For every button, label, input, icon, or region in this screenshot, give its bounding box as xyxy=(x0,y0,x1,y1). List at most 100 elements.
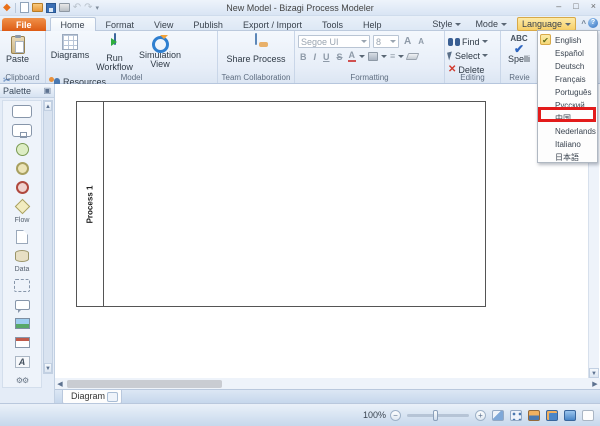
immersive-view-icon[interactable] xyxy=(546,409,558,421)
language-menu-button[interactable]: Language xyxy=(516,17,576,31)
zoom-out-button[interactable]: − xyxy=(390,409,401,421)
maximize-button[interactable]: □ xyxy=(573,1,578,11)
mode-menu[interactable]: Mode xyxy=(471,18,511,30)
italic-button[interactable]: I xyxy=(312,52,319,62)
palette-data-object-shape[interactable] xyxy=(5,228,39,245)
new-file-icon[interactable] xyxy=(19,2,29,13)
zoom-in-button[interactable]: + xyxy=(475,409,486,421)
process-pool[interactable]: Process 1 xyxy=(76,101,486,307)
language-option-francais[interactable]: Français xyxy=(538,73,597,86)
pin-icon[interactable]: ▣ xyxy=(43,86,51,97)
chevron-down-icon[interactable] xyxy=(398,55,405,58)
bold-button[interactable]: B xyxy=(298,52,309,62)
palette-gateway-shape[interactable] xyxy=(5,198,39,215)
group-label: Revie xyxy=(509,73,530,82)
new-diagram-icon[interactable] xyxy=(107,392,118,402)
font-family-select[interactable]: Segoe UI xyxy=(298,35,370,48)
diagram-canvas[interactable]: Process 1 ▼ xyxy=(55,84,600,378)
horizontal-scrollbar[interactable]: ◀ ▶ xyxy=(55,378,600,389)
scroll-left-icon[interactable]: ◀ xyxy=(55,380,65,388)
task-icon xyxy=(12,105,32,118)
palette-annotation-shape[interactable] xyxy=(5,296,39,313)
open-file-icon[interactable] xyxy=(31,3,43,12)
line-style-icon[interactable]: ≡ xyxy=(390,52,395,61)
collapse-ribbon-icon[interactable]: ^ xyxy=(581,19,586,28)
full-screen-icon[interactable] xyxy=(564,409,576,421)
qat-more-icon[interactable]: ▾ xyxy=(95,4,99,12)
palette-start-event-shape[interactable] xyxy=(5,141,39,158)
chevron-down-icon[interactable] xyxy=(381,55,388,58)
share-process-button[interactable]: Share Process xyxy=(222,33,290,73)
font-size-select[interactable]: 8 xyxy=(373,35,399,48)
language-option-nederlands[interactable]: Nederlands xyxy=(538,125,597,138)
palette-data-store-shape[interactable] xyxy=(5,247,39,264)
scroll-right-icon[interactable]: ▶ xyxy=(590,380,600,388)
fill-color-icon[interactable] xyxy=(368,52,379,61)
close-button[interactable]: × xyxy=(591,1,596,11)
run-workflow-button[interactable]: Run Workflow xyxy=(94,33,136,73)
palette-subprocess-shape[interactable] xyxy=(5,122,39,139)
zoom-slider[interactable] xyxy=(407,409,469,421)
language-option-japanese[interactable]: 日本語 xyxy=(538,151,597,164)
group-label: Editing xyxy=(460,73,485,82)
scroll-up-icon[interactable]: ▲ xyxy=(44,101,52,111)
help-icon[interactable]: ? xyxy=(588,18,598,28)
format-eraser-icon[interactable] xyxy=(406,53,420,60)
tab-help[interactable]: Help xyxy=(353,18,392,31)
redo-icon[interactable]: ↷ xyxy=(84,2,92,13)
simulation-view-button[interactable]: Simulation View xyxy=(138,33,182,73)
scroll-down-icon[interactable]: ▼ xyxy=(44,363,52,373)
palette-text-shape[interactable]: A xyxy=(5,353,39,370)
font-color-button[interactable]: A xyxy=(347,51,357,62)
diagrams-icon xyxy=(62,34,78,50)
grow-font-button[interactable]: A xyxy=(402,36,413,47)
palette-image-shape[interactable] xyxy=(5,315,39,332)
diagrams-button[interactable]: Diagrams xyxy=(49,33,91,73)
paste-button[interactable]: Paste xyxy=(3,33,32,73)
language-option-deutsch[interactable]: Deutsch xyxy=(538,60,597,73)
tab-export-import[interactable]: Export / Import xyxy=(233,18,312,31)
palette-scrollbar[interactable]: ▲ ▼ xyxy=(43,100,53,374)
scrollbar-thumb[interactable] xyxy=(67,379,222,388)
tab-format[interactable]: Format xyxy=(96,18,145,31)
zoom-slider-thumb[interactable] xyxy=(433,409,438,421)
pan-mode-icon[interactable] xyxy=(510,409,522,421)
language-option-italiano[interactable]: Italiano xyxy=(538,138,597,151)
shrink-font-button[interactable]: A xyxy=(416,37,426,46)
minimize-button[interactable]: – xyxy=(556,1,561,11)
language-option-portugues[interactable]: Português xyxy=(538,86,597,99)
pool-header[interactable]: Process 1 xyxy=(77,102,104,306)
fit-diagram-icon[interactable] xyxy=(492,409,504,421)
palette-custom-artifact-shape[interactable]: ⚙⚙ xyxy=(5,372,39,387)
palette-section-flow: Flow xyxy=(14,217,30,224)
underline-button[interactable]: U xyxy=(321,52,332,62)
style-menu[interactable]: Style xyxy=(428,18,465,30)
tab-tools[interactable]: Tools xyxy=(312,18,353,31)
tab-file[interactable]: File xyxy=(2,18,46,31)
paste-icon xyxy=(10,35,25,54)
red-annotation-box xyxy=(538,107,596,122)
tab-view[interactable]: View xyxy=(144,18,183,31)
palette-group-shape[interactable] xyxy=(5,277,39,294)
palette-header-shape[interactable] xyxy=(5,334,39,351)
language-option-english[interactable]: ✔ English xyxy=(538,34,597,47)
select-button[interactable]: Select xyxy=(447,49,489,62)
tab-publish[interactable]: Publish xyxy=(183,18,233,31)
palette-end-event-shape[interactable] xyxy=(5,179,39,196)
language-option-espanol[interactable]: Español xyxy=(538,47,597,60)
palette-intermediate-event-shape[interactable] xyxy=(5,160,39,177)
print-icon[interactable] xyxy=(58,3,70,12)
page-view-icon[interactable] xyxy=(582,409,594,421)
palette-task-shape[interactable] xyxy=(5,103,39,120)
palette-panel: Palette ▣ Flow Data A ⚙⚙ Artifacts ▲ ▼ xyxy=(0,84,55,388)
save-icon[interactable] xyxy=(45,2,56,13)
tab-home[interactable]: Home xyxy=(49,17,96,31)
chevron-down-icon xyxy=(500,22,507,26)
presentation-mode-icon[interactable] xyxy=(528,409,540,421)
chevron-down-icon[interactable] xyxy=(359,55,366,58)
scroll-down-icon[interactable]: ▼ xyxy=(589,368,599,378)
undo-icon[interactable]: ↶ xyxy=(73,2,81,13)
spelling-button[interactable]: ABC ✔ Spelli xyxy=(504,33,534,73)
find-button[interactable]: Find xyxy=(448,35,488,48)
strikethrough-button[interactable]: S xyxy=(335,52,345,62)
